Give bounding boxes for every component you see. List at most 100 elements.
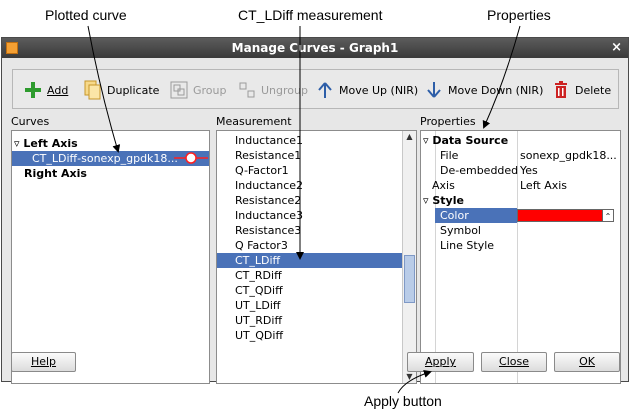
- right-axis-label: Right Axis: [24, 167, 87, 180]
- plus-icon: [23, 80, 43, 100]
- help-button[interactable]: Help: [11, 352, 76, 372]
- duplicate-label: Duplicate: [107, 83, 160, 97]
- scroll-up-icon[interactable]: ▲: [403, 131, 416, 143]
- measurement-item[interactable]: Resistance2: [217, 193, 402, 208]
- callout-measurement: CT_LDiff measurement: [238, 7, 383, 23]
- properties-pane-label: Properties: [420, 115, 476, 128]
- delete-label: Delete: [575, 83, 612, 97]
- measurement-item[interactable]: CT_RDiff: [217, 268, 402, 283]
- measurement-item-label: Inductance3: [235, 209, 304, 222]
- measurement-item[interactable]: Q Factor3: [217, 238, 402, 253]
- callout-plotted-curve: Plotted curve: [45, 7, 127, 23]
- measurement-item-label: CT_QDiff: [235, 284, 283, 297]
- apply-button[interactable]: Apply: [407, 352, 474, 372]
- prop-deembedded-value: Yes: [520, 164, 538, 177]
- measurement-item-label: Resistance3: [235, 224, 302, 237]
- left-axis-label: Left Axis: [23, 137, 78, 150]
- close-label: Close: [499, 355, 529, 368]
- toolbar: Add Duplicate Group Ungroup Move Up (NIR…: [12, 69, 619, 109]
- expand-triangle-icon[interactable]: ▿: [14, 137, 20, 150]
- prop-file-key: File: [440, 149, 459, 162]
- properties-tree[interactable]: ▿ Data Source File sonexp_gpdk18... De-e…: [420, 130, 621, 384]
- prop-symbol-row[interactable]: Symbol: [421, 223, 620, 238]
- window-title: Manage Curves - Graph1: [231, 41, 399, 55]
- move-down-label: Move Down (NIR): [448, 83, 544, 97]
- duplicate-button[interactable]: Duplicate: [83, 78, 159, 102]
- help-label: Help: [30, 355, 57, 368]
- callout-apply-button: Apply button: [364, 393, 442, 409]
- add-button[interactable]: Add: [23, 78, 68, 102]
- prop-deembedded-key: De-embedded: [440, 164, 519, 177]
- measurement-item-label: Q-Factor1: [235, 164, 289, 177]
- scroll-down-icon[interactable]: ▼: [403, 371, 416, 383]
- style-group[interactable]: ▿ Style: [423, 193, 620, 208]
- prop-axis-key: Axis: [432, 179, 455, 192]
- callout-properties: Properties: [487, 7, 551, 23]
- manage-curves-dialog: Manage Curves - Graph1 × Add Duplicate G…: [1, 37, 629, 384]
- measurement-item[interactable]: Inductance3: [217, 208, 402, 223]
- ungroup-icon: [237, 80, 257, 100]
- app-icon: [6, 42, 18, 54]
- prop-line-style-key: Line Style: [440, 239, 495, 252]
- measurement-item[interactable]: Inductance2: [217, 178, 402, 193]
- measurement-item-label: Resistance1: [235, 149, 302, 162]
- measurement-item[interactable]: CT_LDiff: [217, 253, 402, 268]
- tree-item-curve[interactable]: CT_LDiff-sonexp_gpdk18...: [12, 151, 209, 166]
- prop-line-style-row[interactable]: Line Style: [421, 238, 620, 253]
- add-label: Add: [47, 83, 69, 97]
- prop-axis-value: Left Axis: [520, 179, 568, 192]
- measurement-item[interactable]: Inductance1: [217, 133, 402, 148]
- measurement-item[interactable]: Resistance1: [217, 148, 402, 163]
- measurement-item-label: UT_RDiff: [235, 314, 283, 327]
- prop-color-row[interactable]: Color ⌃: [421, 208, 620, 223]
- curves-tree[interactable]: ▿ Left Axis CT_LDiff-sonexp_gpdk18... Ri…: [11, 130, 210, 384]
- prop-symbol-key: Symbol: [440, 224, 481, 237]
- tree-item-left-axis[interactable]: ▿ Left Axis: [14, 136, 209, 151]
- measurement-item[interactable]: Resistance3: [217, 223, 402, 238]
- close-button[interactable]: Close: [481, 352, 547, 372]
- prop-color-key: Color: [440, 209, 469, 222]
- measurement-item-label: Resistance2: [235, 194, 302, 207]
- prop-axis-row[interactable]: Axis Left Axis: [421, 178, 620, 193]
- apply-label: Apply: [424, 355, 457, 368]
- delete-button[interactable]: Delete: [551, 78, 611, 102]
- move-up-label: Move Up (NIR): [339, 83, 419, 97]
- arrow-up-icon: [315, 80, 335, 100]
- data-source-label: Data Source: [432, 134, 509, 147]
- measurement-scrollbar[interactable]: ▲ ▼: [402, 131, 416, 383]
- style-label: Style: [432, 194, 464, 207]
- color-swatch[interactable]: [517, 209, 613, 222]
- move-down-button[interactable]: Move Down (NIR): [424, 78, 543, 102]
- title-bar[interactable]: Manage Curves - Graph1 ×: [2, 38, 628, 58]
- measurement-item[interactable]: Q-Factor1: [217, 163, 402, 178]
- prop-file-row[interactable]: File sonexp_gpdk18...: [421, 148, 620, 163]
- data-source-group[interactable]: ▿ Data Source: [423, 133, 620, 148]
- prop-deembedded-row[interactable]: De-embedded Yes: [421, 163, 620, 178]
- measurement-pane-label: Measurement: [216, 115, 292, 128]
- measurement-item-label: Inductance1: [235, 134, 304, 147]
- measurement-item-label: Inductance2: [235, 179, 304, 192]
- measurement-item[interactable]: UT_LDiff: [217, 298, 402, 313]
- ungroup-button[interactable]: Ungroup: [237, 78, 308, 102]
- ok-label: OK: [579, 355, 595, 368]
- expand-triangle-icon[interactable]: ▿: [423, 194, 429, 207]
- measurement-list[interactable]: Inductance1 Resistance1 Q-Factor1 Inductanc…: [216, 130, 417, 384]
- tree-item-right-axis[interactable]: Right Axis: [24, 166, 209, 181]
- close-window-icon[interactable]: ×: [611, 38, 622, 58]
- measurement-item-label: UT_LDiff: [235, 299, 281, 312]
- group-button[interactable]: Group: [169, 78, 227, 102]
- duplicate-icon: [83, 80, 103, 100]
- group-label: Group: [193, 83, 227, 97]
- scrollbar-thumb[interactable]: [404, 255, 415, 303]
- measurement-item[interactable]: UT_RDiff: [217, 313, 402, 328]
- measurement-item[interactable]: UT_QDiff: [217, 328, 402, 343]
- spinner-icon[interactable]: ⌃: [602, 209, 614, 222]
- measurement-item[interactable]: CT_QDiff: [217, 283, 402, 298]
- curve-item-label: CT_LDiff-sonexp_gpdk18...: [32, 152, 178, 165]
- group-icon: [169, 80, 189, 100]
- expand-triangle-icon[interactable]: ▿: [423, 134, 429, 147]
- move-up-button[interactable]: Move Up (NIR): [315, 78, 418, 102]
- measurement-item-label: UT_QDiff: [235, 329, 284, 342]
- ok-button[interactable]: OK: [554, 352, 620, 372]
- trash-icon: [551, 80, 571, 100]
